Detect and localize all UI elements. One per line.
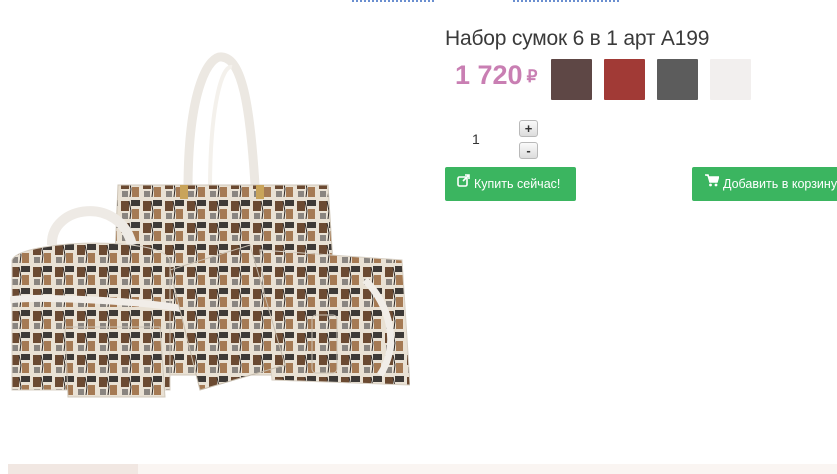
bottom-tab-active[interactable] [8,464,138,474]
add-to-cart-label: Добавить в корзину [723,177,837,191]
quantity-value[interactable]: 1 [472,131,480,147]
shopping-cart-icon [705,167,720,200]
color-swatch-gray[interactable] [657,59,698,100]
quantity-minus-button[interactable]: - [519,142,538,159]
buy-now-button[interactable]: Купить сейчас! [445,167,576,201]
price-value: 1 720 [455,60,523,90]
external-link-icon [457,167,470,200]
top-tab-underline-left [352,0,434,4]
top-tab-underline-right [513,0,619,4]
buy-now-label: Купить сейчас! [474,177,561,191]
product-title: Набор сумок 6 в 1 арт A199 [445,27,710,50]
currency-symbol: ₽ [526,67,538,86]
color-swatch-dark-brown[interactable] [551,59,592,100]
add-to-cart-button[interactable]: Добавить в корзину [692,167,837,201]
product-price: 1 720 ₽ [455,60,537,91]
bottom-tab-bar [138,464,837,474]
product-image[interactable] [10,45,410,425]
quantity-plus-button[interactable]: + [519,120,538,137]
color-swatch-white[interactable] [710,59,751,100]
color-swatch-red[interactable] [604,59,645,100]
